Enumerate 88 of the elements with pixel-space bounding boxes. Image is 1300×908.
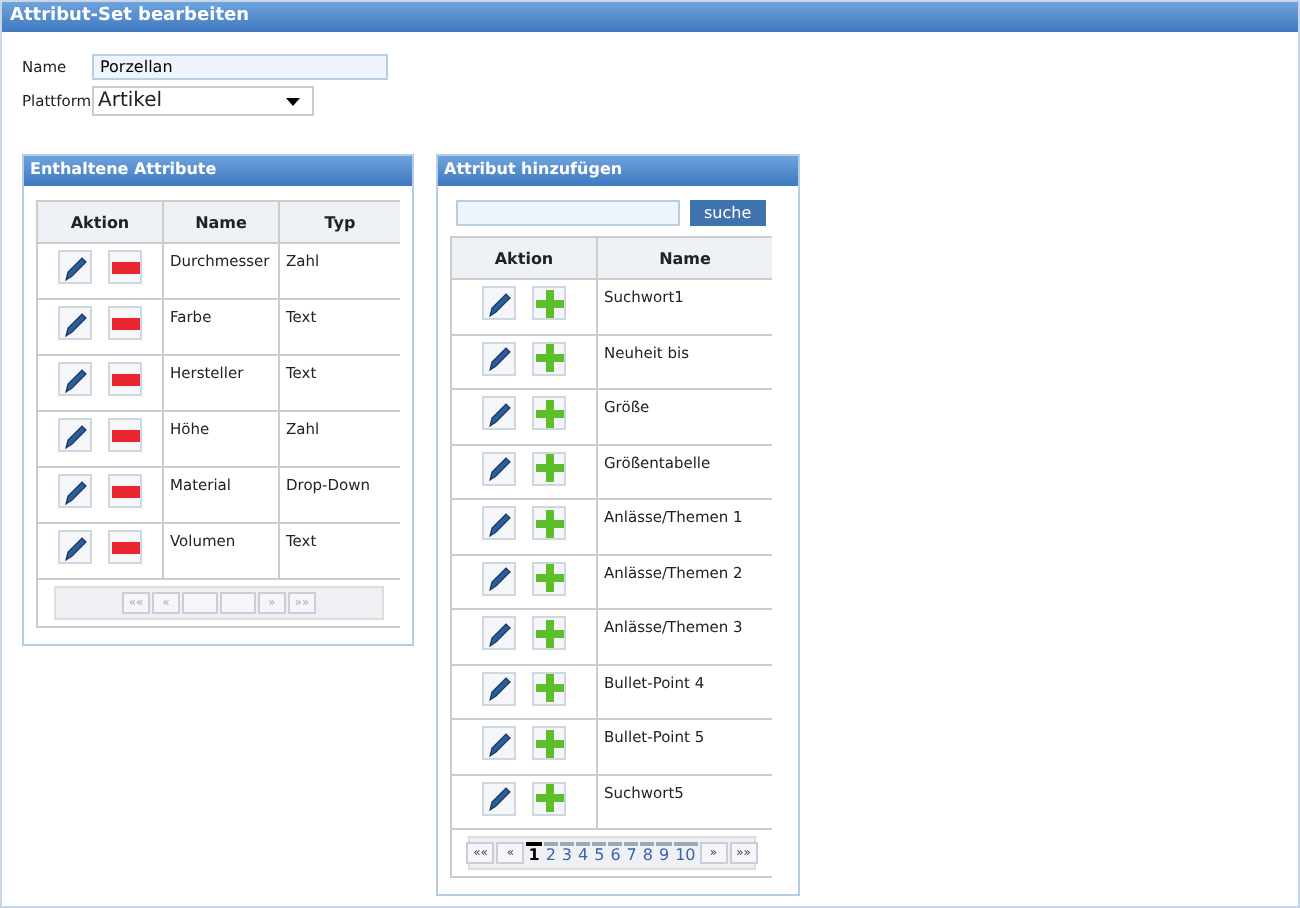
pencil-icon [61,533,89,561]
plus-icon [535,344,563,372]
pencil-icon [485,729,513,757]
page-link[interactable]: 6 [608,842,623,864]
plus-icon [535,509,563,537]
edit-button[interactable] [482,561,516,595]
remove-button[interactable] [108,530,142,564]
column-header: Name [163,201,279,243]
column-header: Aktion [451,237,597,279]
page-link[interactable]: 7 [624,842,639,864]
edit-button[interactable] [482,506,516,540]
page-link[interactable]: 5 [592,842,607,864]
plus-icon [535,289,563,317]
page-box [220,592,256,614]
column-header: Name [597,237,772,279]
page-link[interactable]: 1 [526,842,542,864]
pencil-icon [485,454,513,482]
pencil-icon [61,253,89,281]
pencil-icon [485,784,513,812]
add-button[interactable] [532,616,566,650]
plus-icon [535,454,563,482]
page-link[interactable]: 8 [640,842,655,864]
minus-icon [111,259,139,275]
edit-button[interactable] [482,781,516,815]
pencil-icon [485,344,513,372]
edit-button[interactable] [482,341,516,375]
page-link[interactable]: 9 [656,842,672,864]
plus-icon [535,729,563,757]
edit-button[interactable] [58,530,92,564]
pencil-icon [485,564,513,592]
edit-button[interactable] [482,286,516,320]
remove-button[interactable] [108,250,142,284]
add-button[interactable] [532,341,566,375]
edit-button[interactable] [482,726,516,760]
minus-icon [111,539,139,555]
page-box [182,592,218,614]
minus-icon [111,315,139,331]
add-button[interactable] [532,286,566,320]
minus-icon [111,483,139,499]
edit-button[interactable] [482,451,516,485]
edit-button[interactable] [482,671,516,705]
pencil-icon [61,477,89,505]
pencil-icon [485,674,513,702]
plus-icon [535,674,563,702]
add-button[interactable] [532,561,566,595]
page-link[interactable]: 4 [576,842,591,864]
plus-icon [535,619,563,647]
pencil-icon [485,509,513,537]
window-title: Attribut-Set bearbeiten [2,2,1298,32]
add-button[interactable] [532,451,566,485]
pencil-icon [485,619,513,647]
page-link[interactable]: 3 [559,842,575,864]
remove-button[interactable] [108,306,142,340]
edit-button[interactable] [58,306,92,340]
remove-button[interactable] [108,474,142,508]
edit-button[interactable] [58,362,92,396]
minus-icon [111,371,139,387]
edit-button[interactable] [58,474,92,508]
add-button[interactable] [532,506,566,540]
search-button[interactable]: suche [690,200,766,226]
plus-icon [535,784,563,812]
pencil-icon [485,289,513,317]
panel-title: Enthaltene Attribute [24,156,412,186]
panel-title: Attribut hinzufügen [438,156,798,186]
page-link[interactable]: 2 [543,842,558,864]
search-field[interactable] [456,200,680,226]
edit-button[interactable] [58,250,92,284]
pencil-icon [61,365,89,393]
name-field[interactable]: Porzellan [92,54,388,80]
column-header: Typ [279,201,400,243]
remove-button[interactable] [108,362,142,396]
edit-button[interactable] [482,616,516,650]
pencil-icon [61,421,89,449]
add-button[interactable] [532,671,566,705]
pencil-icon [61,309,89,337]
add-button[interactable] [532,726,566,760]
platform-dropdown[interactable]: Artikel [92,86,314,116]
remove-button[interactable] [108,418,142,452]
dropdown-arrow-icon [286,97,300,105]
plus-icon [535,399,563,427]
add-button[interactable] [532,396,566,430]
minus-icon [111,427,139,443]
column-header: Aktion [37,201,163,243]
pencil-icon [485,399,513,427]
edit-button[interactable] [482,396,516,430]
edit-button[interactable] [58,418,92,452]
plus-icon [535,564,563,592]
add-button[interactable] [532,781,566,815]
